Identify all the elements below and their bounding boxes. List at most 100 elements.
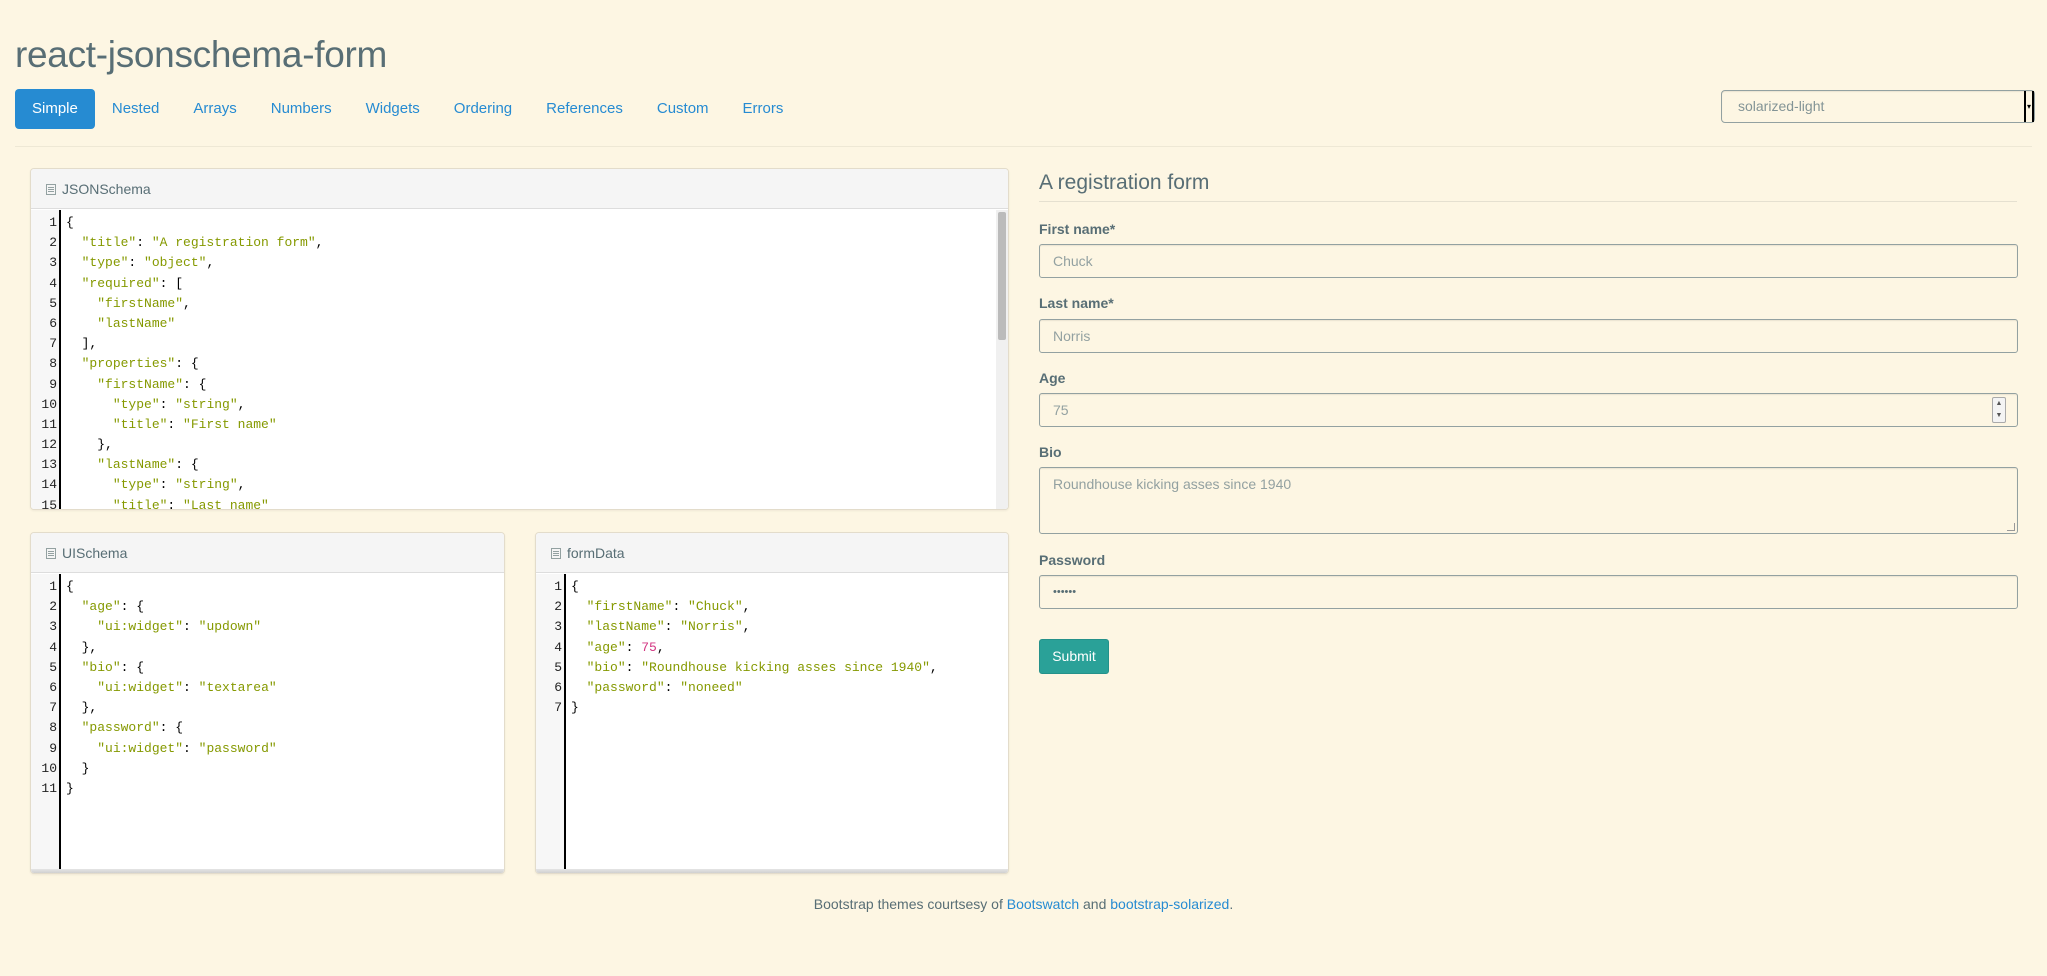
bootswatch-link[interactable]: Bootswatch [1007, 896, 1079, 912]
chevron-down-icon: ▾ [2024, 91, 2034, 122]
code-line: 7 }, [31, 698, 277, 718]
code-line: 15 "title": "Last name" [31, 496, 323, 509]
bootstrap-solarized-link[interactable]: bootstrap-solarized [1110, 896, 1229, 912]
resize-handle-icon[interactable] [2007, 523, 2015, 531]
tab-arrays[interactable]: Arrays [176, 89, 253, 129]
last-name-input[interactable]: Norris [1039, 319, 2018, 353]
footer-suffix: . [1229, 896, 1234, 912]
theme-select[interactable]: solarized-light ▾ [1721, 90, 2035, 123]
jsonschema-panel-title: JSONSchema [62, 181, 151, 197]
code-text: "type": "string", [112, 396, 246, 412]
jsonschema-panel-heading: JSONSchema [31, 169, 1008, 209]
tab-ordering[interactable]: Ordering [437, 89, 529, 129]
tab-references[interactable]: References [529, 89, 640, 129]
list-alt-icon [46, 184, 56, 195]
jsonschema-scrollbar[interactable] [996, 210, 1008, 509]
line-number: 6 [49, 679, 57, 695]
code-line: 5 "bio": "Roundhouse kicking asses since… [536, 658, 938, 678]
code-text: "ui:widget": "updown" [97, 619, 262, 635]
form-legend: A registration form [1039, 171, 2017, 202]
list-alt-icon [551, 548, 561, 559]
updown-spinner[interactable]: ▲ ▼ [1992, 397, 2006, 423]
tab-widgets[interactable]: Widgets [349, 89, 437, 129]
age-input[interactable]: 75 ▲ ▼ [1039, 393, 2018, 427]
code-text: "type": "object", [81, 255, 215, 271]
code-text: "ui:widget": "password" [97, 740, 277, 756]
line-number: 15 [41, 497, 57, 509]
code-line: 5 "firstName", [31, 294, 323, 314]
line-number: 9 [49, 376, 57, 392]
code-text: "title": "A registration form", [81, 235, 324, 251]
code-line: 11} [31, 779, 277, 799]
tab-simple[interactable]: Simple [15, 89, 95, 129]
code-text: } [571, 700, 579, 716]
first-name-input[interactable]: Chuck [1039, 244, 2018, 278]
scrollbar-thumb[interactable] [998, 212, 1006, 340]
formdata-panel-title: formData [567, 545, 625, 561]
code-line: 6 "password": "noneed" [536, 678, 938, 698]
code-line: 13 "lastName": { [31, 455, 323, 475]
code-line: 3 "ui:widget": "updown" [31, 617, 277, 637]
code-line: 14 "type": "string", [31, 475, 323, 495]
code-text: "required": [ [81, 275, 184, 291]
line-number: 1 [49, 215, 57, 230]
code-line: 8 "properties": { [31, 354, 323, 374]
footer-credits: Bootstrap themes courtsesy of Bootswatch… [0, 896, 2047, 912]
line-number: 5 [49, 659, 57, 675]
code-text: "lastName": { [97, 457, 199, 473]
line-number: 14 [41, 477, 57, 493]
tab-errors[interactable]: Errors [726, 89, 801, 129]
code-line: 6 "ui:widget": "textarea" [31, 678, 276, 698]
formdata-panel-heading: formData [536, 533, 1008, 573]
tab-custom[interactable]: Custom [640, 89, 726, 129]
line-number: 10 [41, 396, 57, 412]
code-text: "type": "string", [112, 477, 246, 493]
code-text: "lastName": "Norris", [586, 619, 751, 635]
line-number: 1 [554, 579, 562, 594]
line-number: 6 [49, 315, 57, 331]
line-number: 2 [49, 599, 57, 615]
page-title: react-jsonschema-form [15, 34, 388, 75]
password-input[interactable]: •••••• [1039, 575, 2018, 609]
uischema-panel: UISchema 1 {2 "age": { 3 "ui:widget": "upd… [30, 532, 505, 874]
code-line: 11 "title": "First name" [31, 415, 323, 435]
code-text: }, [66, 639, 98, 655]
code-text: }, [66, 437, 113, 453]
code-text: "lastName" [97, 315, 176, 331]
formdata-panel: formData 1{2 "firstName": "Chuck", 3 "las… [535, 532, 1009, 874]
submit-button[interactable]: Submit [1039, 639, 1109, 674]
code-text: "firstName", [97, 295, 191, 311]
tab-numbers[interactable]: Numbers [254, 89, 349, 129]
line-number: 10 [41, 760, 57, 776]
jsonschema-editor[interactable]: 1{2 "title": "A registration form", 3 "ty… [31, 210, 1008, 509]
code-line: 2 "firstName": "Chuck", [536, 597, 938, 617]
first-name-label: First name* [1039, 221, 1116, 237]
line-number: 1 [49, 579, 57, 594]
code-text: "properties": { [81, 356, 199, 372]
uischema-panel-title: UISchema [62, 545, 128, 561]
line-number: 4 [49, 639, 57, 655]
list-alt-icon [46, 548, 56, 559]
formdata-editor[interactable]: 1{2 "firstName": "Chuck", 3 "lastName": "… [536, 574, 1008, 873]
bio-textarea[interactable]: Roundhouse kicking asses since 1940 [1039, 467, 2018, 534]
theme-select-value: solarized-light [1738, 98, 1825, 114]
header-divider [15, 146, 2032, 147]
line-number: 11 [41, 780, 57, 796]
line-number: 4 [554, 639, 562, 655]
code-text: "firstName": "Chuck", [586, 599, 751, 615]
tab-nested[interactable]: Nested [95, 89, 177, 129]
line-number: 6 [554, 679, 562, 695]
code-text: "age": { [81, 599, 145, 615]
code-text: "title": "Last name" [112, 497, 269, 509]
bio-label: Bio [1039, 444, 1062, 460]
code-line: 1{ [536, 577, 938, 597]
uischema-editor[interactable]: 1 {2 "age": { 3 "ui:widget": "updown" 4 }, 5… [31, 574, 504, 873]
footer-prefix: Bootstrap themes courtsesy of [813, 896, 1007, 912]
code-text: { [66, 579, 74, 594]
last-name-label: Last name* [1039, 295, 1114, 311]
code-line: 12 }, [31, 435, 323, 455]
line-number: 2 [554, 599, 562, 615]
code-line: 5 "bio": { [31, 658, 277, 678]
footer-middle: and [1079, 896, 1111, 912]
panel-bottom-edge [536, 869, 1008, 873]
